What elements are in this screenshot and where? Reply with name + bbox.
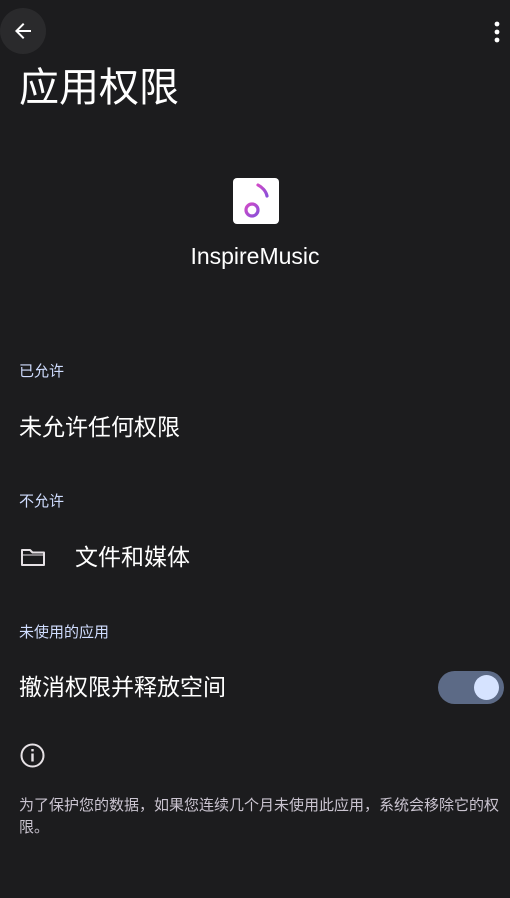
more-vert-icon <box>494 21 500 43</box>
info-icon <box>20 743 45 768</box>
section-header-not-allowed: 不允许 <box>19 492 65 510</box>
section-header-allowed: 已允许 <box>19 362 65 380</box>
music-note-icon <box>244 183 269 218</box>
more-options-button[interactable] <box>488 14 506 50</box>
no-permissions-allowed-text: 未允许任何权限 <box>19 415 180 441</box>
remove-permissions-toggle[interactable] <box>438 671 504 704</box>
app-name: InspireMusic <box>190 243 320 269</box>
toggle-thumb <box>474 675 499 700</box>
remove-permissions-label[interactable]: 撤消权限并释放空间 <box>19 671 226 705</box>
arrow-left-icon <box>15 23 31 39</box>
folder-icon <box>21 549 45 566</box>
top-app-bar <box>0 0 510 64</box>
page-title: 应用权限 <box>19 65 179 111</box>
section-header-unused-apps: 未使用的应用 <box>19 623 110 641</box>
app-icon <box>233 178 279 224</box>
permission-item-files-media[interactable]: 文件和媒体 <box>75 541 190 575</box>
back-button[interactable] <box>0 8 46 54</box>
info-footer-text: 为了保护您的数据，如果您连续几个月未使用此应用，系统会移除它的权限。 <box>19 796 500 836</box>
